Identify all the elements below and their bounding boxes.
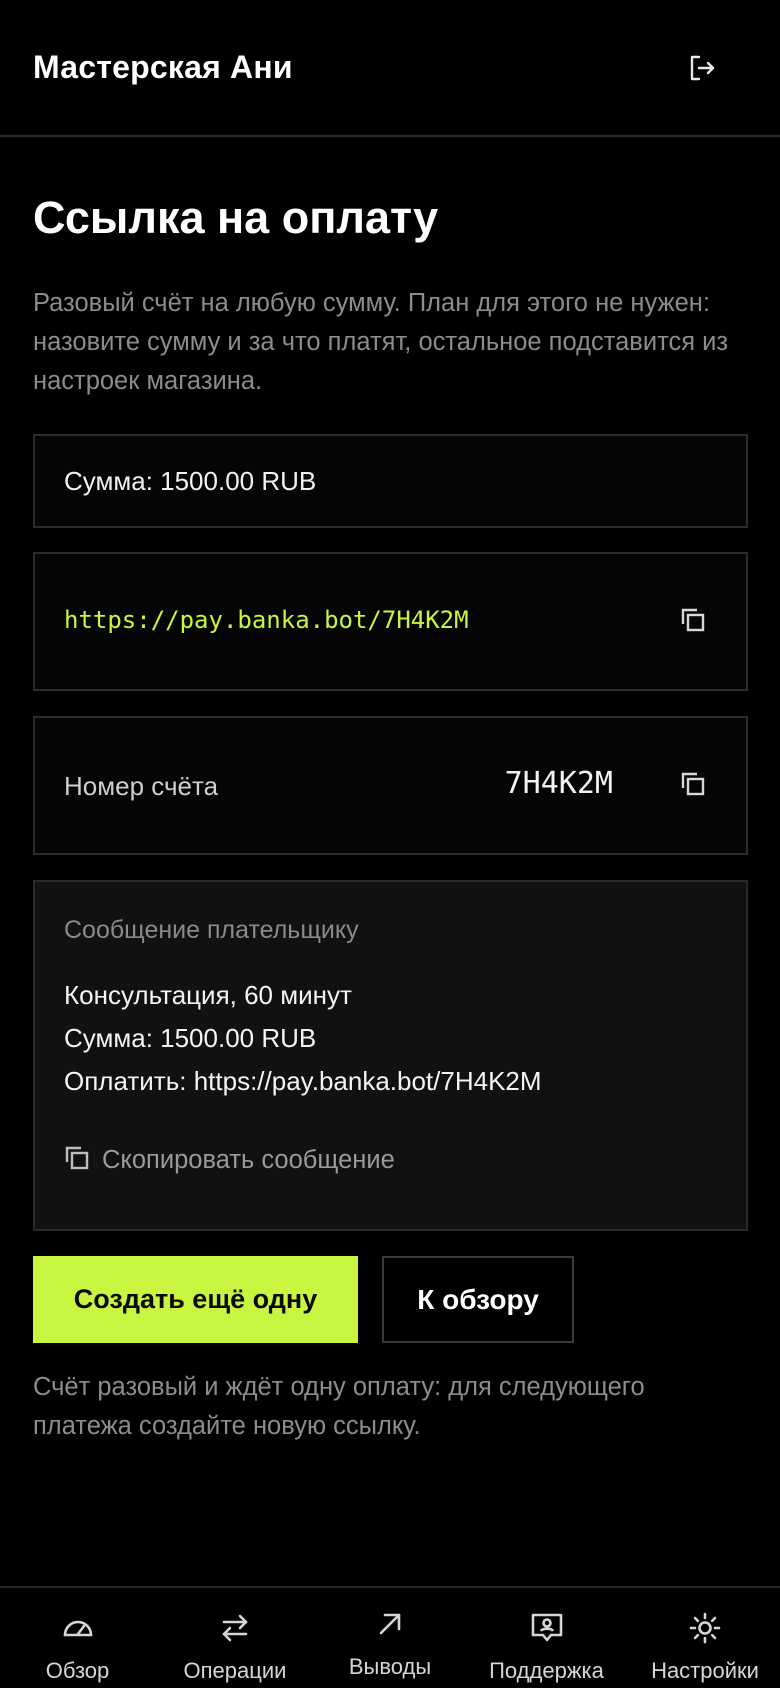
- copy-icon: [680, 771, 706, 802]
- back-to-overview-button[interactable]: К обзору: [382, 1256, 574, 1343]
- payer-message-card: Сообщение плательщику Консультация, 60 м…: [33, 880, 748, 1231]
- message-line: Сумма: 1500.00 RUB: [64, 1023, 317, 1053]
- invoice-number-card: Номер счёта 7H4K2M: [33, 716, 748, 855]
- support-chat-icon: [529, 1610, 565, 1646]
- settings-sun-icon: [687, 1610, 723, 1646]
- payer-message-heading: Сообщение плательщику: [64, 916, 359, 944]
- arrow-up-right-icon: [372, 1606, 408, 1642]
- message-line: Оплатить: https://pay.banka.bot/7H4K2M: [64, 1066, 542, 1096]
- message-line: Консультация, 60 минут: [64, 980, 352, 1010]
- nav-item-overview[interactable]: Обзор: [20, 1588, 135, 1688]
- nav-item-operations[interactable]: Операции: [170, 1588, 300, 1688]
- app-header: Мастерская Ани: [0, 0, 780, 137]
- nav-label: Операции: [183, 1658, 287, 1683]
- payment-link-screen: Мастерская Ани Ссылка на оплату Разовый …: [0, 0, 780, 1688]
- amount-value: Сумма: 1500.00 RUB: [64, 466, 317, 496]
- copy-icon: [64, 1145, 90, 1176]
- create-another-button[interactable]: Создать ещё одну: [33, 1256, 358, 1343]
- invoice-number-value: 7H4K2M: [504, 766, 613, 801]
- payment-link[interactable]: https://pay.banka.bot/7H4K2M: [64, 606, 469, 634]
- copy-message-label: Скопировать сообщение: [102, 1145, 395, 1174]
- logout-icon: [688, 54, 716, 87]
- nav-item-settings[interactable]: Настройки: [640, 1588, 770, 1688]
- amount-card: Сумма: 1500.00 RUB: [33, 434, 748, 528]
- one-time-invoice-note: Счёт разовый и ждёт одну оплату: для сле…: [33, 1373, 645, 1440]
- invoice-number-label: Номер счёта: [64, 771, 219, 801]
- copy-icon: [680, 607, 706, 638]
- gauge-icon: [60, 1610, 96, 1646]
- page-description: Разовый счёт на любую сумму. План для эт…: [33, 289, 729, 395]
- copy-invoice-button[interactable]: [675, 768, 711, 804]
- logout-button[interactable]: [682, 50, 722, 90]
- nav-label: Обзор: [45, 1658, 110, 1683]
- nav-label: Выводы: [348, 1654, 432, 1679]
- bottom-nav: Обзор Операции Выводы Поддержка Настройк…: [0, 1586, 780, 1688]
- payer-message-body: Консультация, 60 минут Сумма: 1500.00 RU…: [64, 974, 724, 1103]
- payment-link-card: https://pay.banka.bot/7H4K2M: [33, 552, 748, 691]
- copy-message-button[interactable]: Скопировать сообщение: [64, 1142, 395, 1178]
- nav-label: Поддержка: [489, 1658, 604, 1683]
- nav-label: Настройки: [651, 1658, 759, 1683]
- copy-link-button[interactable]: [675, 604, 711, 640]
- page-title: Ссылка на оплату: [33, 192, 439, 243]
- app-title: Мастерская Ани: [33, 49, 293, 85]
- nav-item-withdrawals[interactable]: Выводы: [335, 1588, 445, 1688]
- transfer-arrows-icon: [217, 1610, 253, 1646]
- nav-item-support[interactable]: Поддержка: [480, 1588, 613, 1688]
